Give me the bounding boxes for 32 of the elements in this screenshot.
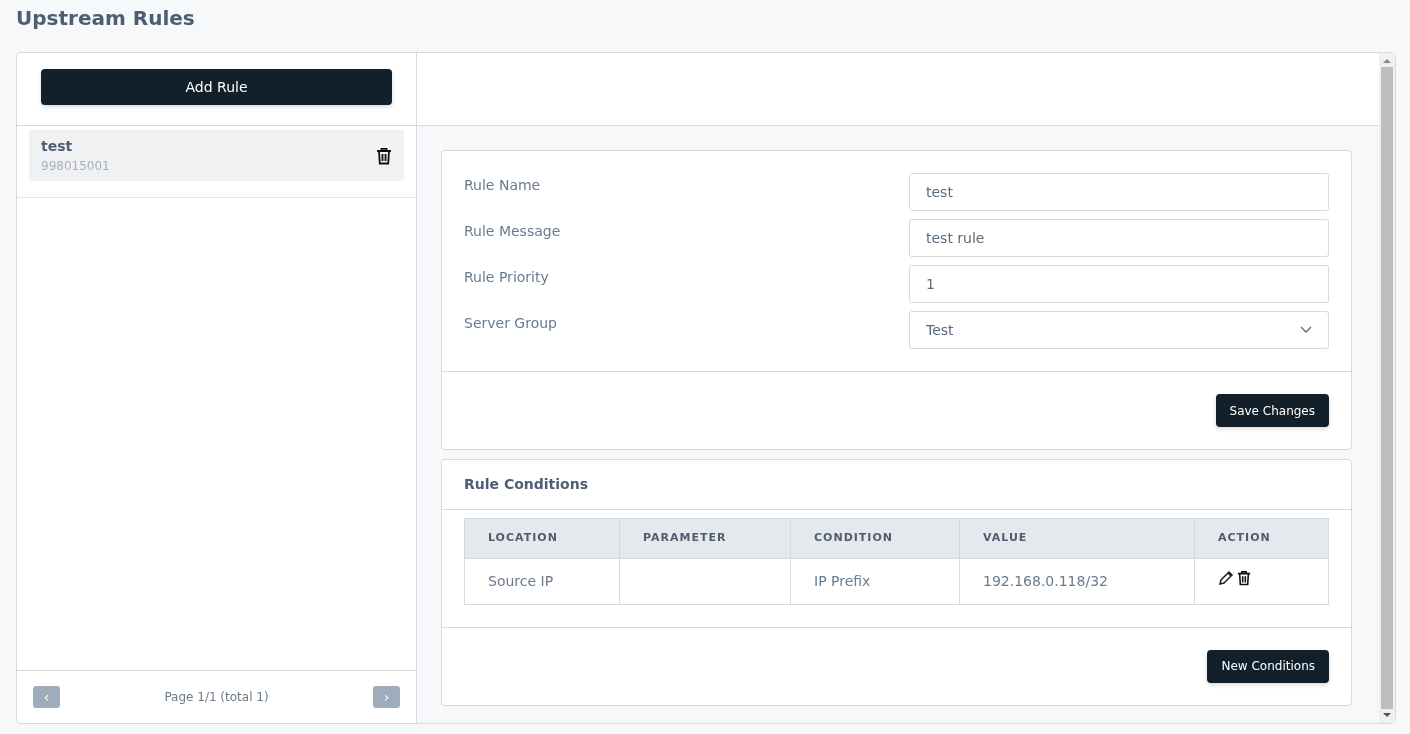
field-label: Server Group [464,314,558,333]
table-cell: 192.168.0.118/32 [959,558,1195,604]
card-title: Rule Conditions [442,460,1351,510]
input-field[interactable]: test rule [909,219,1329,257]
column-header: CONDITION [790,518,960,558]
add-rule-button[interactable]: Add Rule [41,69,392,105]
select-field[interactable]: Test [909,311,1329,349]
scroll-down-icon[interactable] [1382,711,1392,719]
delete-icon[interactable] [1237,570,1251,586]
column-header: ACTION [1194,518,1329,558]
rule-name: test [41,137,74,156]
input-field[interactable]: 1 [909,265,1329,303]
new-conditions-button[interactable]: New Conditions [1207,649,1329,683]
field-label: Rule Priority [464,268,550,287]
caret-icon [1300,326,1312,334]
table-cell: IP Prefix [790,558,960,604]
field-label: Rule Message [464,222,562,241]
rule-list-item[interactable]: test 998015001 [29,130,404,181]
edit-icon[interactable] [1218,570,1234,586]
save-changes-button[interactable]: Save Changes [1215,394,1329,427]
table-cell: Source IP [464,558,620,604]
column-header: VALUE [959,518,1195,558]
page-title: Upstream Rules [15,5,196,32]
rule-id: 998015001 [41,158,110,175]
column-header: LOCATION [464,518,620,558]
page-info: Page 1/1 (total 1) [164,689,269,706]
input-field[interactable]: test [909,173,1329,211]
scroll-up-icon[interactable] [1382,57,1392,65]
delete-icon[interactable] [376,146,392,165]
field-label: Rule Name [464,176,542,195]
column-header: PARAMETER [619,518,791,558]
scrollbar[interactable] [1379,53,1395,723]
